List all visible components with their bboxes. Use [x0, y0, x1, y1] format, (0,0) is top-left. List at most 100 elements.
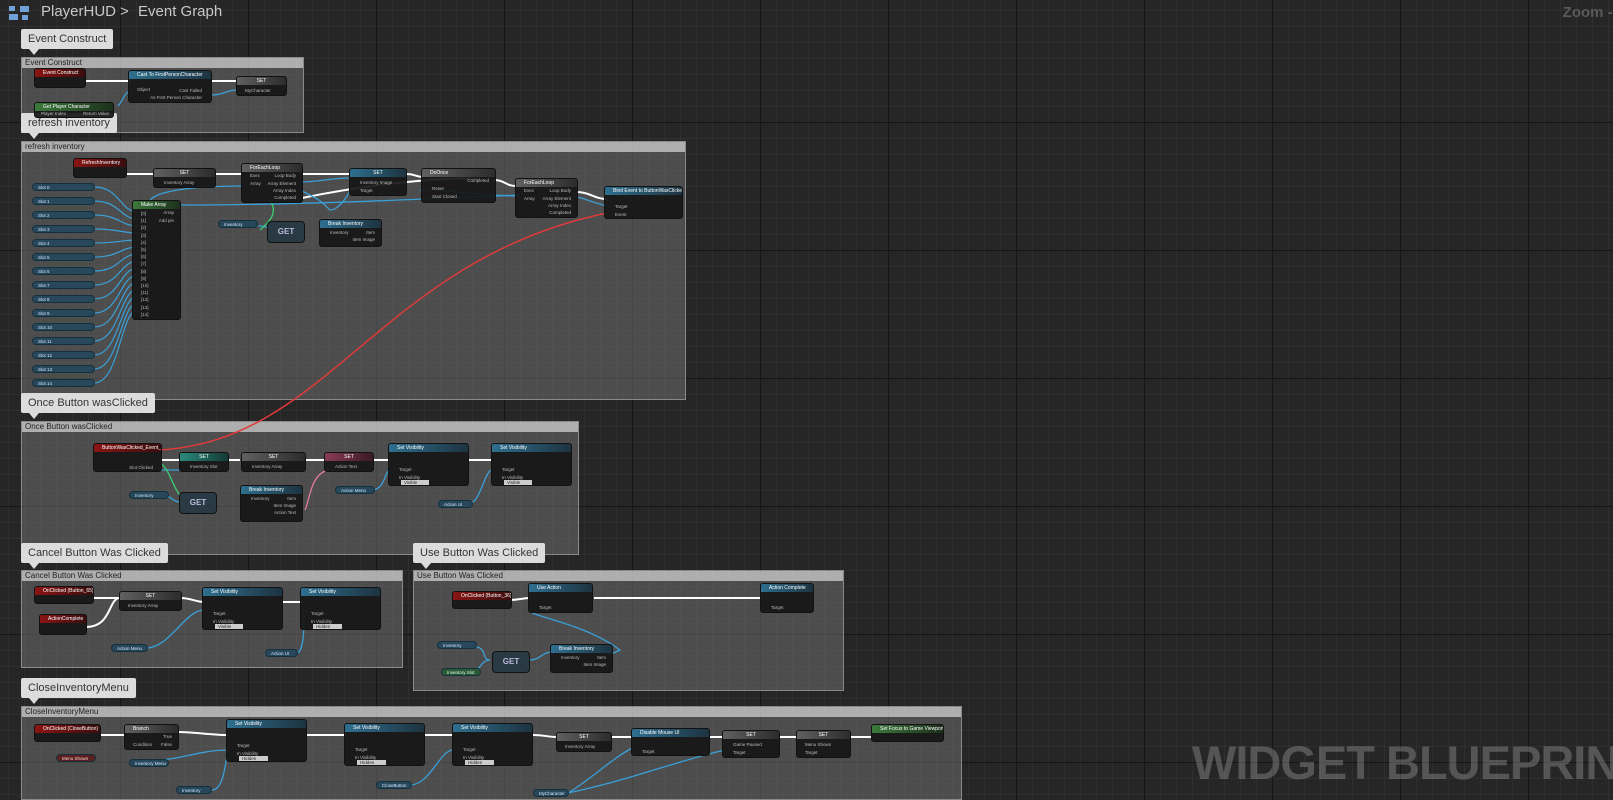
action-complete-call-node[interactable]: Action Complete Target: [760, 583, 814, 613]
set-visibility-node-4[interactable]: Set Visibility Target In Visibility Hidd…: [300, 587, 381, 630]
inventory-menu-variable[interactable]: Inventory Menu: [129, 759, 169, 767]
slot-variable[interactable]: Slot 10: [32, 323, 95, 331]
for-each-loop-2-node[interactable]: ForEachLoop Exec Array Loop Body Array E…: [515, 178, 578, 218]
slot-variable[interactable]: Slot 4: [32, 239, 95, 247]
pin-label: Exec: [524, 188, 535, 193]
set-my-character-node[interactable]: SET MyCharacter: [236, 76, 287, 96]
visibility-dropdown[interactable]: Visible: [215, 624, 244, 629]
node-title: Cast To FirstPersonCharacter: [129, 71, 211, 79]
set-visibility-node-3[interactable]: Set Visibility Target In Visibility Visi…: [202, 587, 283, 630]
visibility-dropdown[interactable]: Hidden: [357, 760, 387, 765]
node-title: Bind Event to ButtonWasClicked: [605, 187, 682, 195]
slot-variable[interactable]: Slot 7: [32, 281, 95, 289]
slot-variable[interactable]: Slot 0: [32, 183, 95, 191]
widget-blueprint-watermark: WIDGET BLUEPRINT: [1192, 736, 1613, 789]
on-clicked-cancel-node[interactable]: OnClicked (Button_65): [34, 586, 94, 604]
visibility-dropdown[interactable]: Hidden: [465, 760, 495, 765]
slot-variable[interactable]: Slot 12: [32, 351, 95, 359]
event-construct-node[interactable]: Event Construct: [34, 68, 86, 88]
visibility-dropdown[interactable]: Visible: [504, 480, 533, 485]
inventory-variable[interactable]: Inventory: [218, 220, 258, 228]
slot-variable[interactable]: Slot 14: [32, 379, 95, 387]
set-focus-viewport-node[interactable]: Set Focus to Game Viewport: [871, 724, 944, 742]
set-visibility-node-5[interactable]: Set Visibility Target In Visibility Hidd…: [226, 719, 307, 762]
action-ui-variable[interactable]: Action UI: [265, 649, 298, 657]
set-inventory-image-node[interactable]: SET Inventory Image Target: [349, 168, 407, 196]
slot-variable[interactable]: Slot 2: [32, 211, 95, 219]
node-title: SET: [180, 453, 228, 461]
node-title: SET: [325, 453, 373, 461]
node-title: SET: [120, 592, 181, 600]
close-button-variable[interactable]: CloseButton: [376, 781, 412, 789]
get-node[interactable]: GET: [492, 651, 530, 673]
visibility-dropdown[interactable]: Hidden: [239, 756, 269, 761]
inventory-variable[interactable]: Inventory: [437, 641, 477, 649]
visibility-dropdown[interactable]: Hidden: [313, 624, 343, 629]
for-each-loop-node[interactable]: ForEachLoop Exec Array Loop Body Array E…: [241, 163, 303, 203]
set-visibility-node-6[interactable]: Set Visibility Target In Visibility Hidd…: [344, 723, 425, 766]
use-action-node[interactable]: Use Action Target: [528, 583, 593, 613]
break-inventory-node[interactable]: Break Inventory Inventory Item Item Imag…: [550, 644, 613, 673]
set-menu-shown-node[interactable]: SET Menu Shown Target: [796, 730, 851, 758]
action-menu-variable[interactable]: Action Menu: [335, 486, 375, 494]
on-clicked-close-node[interactable]: OnClicked (CloseButton): [34, 724, 101, 742]
make-array-pin-label: [7]: [141, 261, 147, 267]
slot-variable[interactable]: Slot 13: [32, 365, 95, 373]
inventory-slot-variable[interactable]: Inventory Slot: [441, 668, 481, 676]
get-player-character-node[interactable]: Get Player Character Player Index Return…: [34, 102, 114, 118]
node-title: SET: [723, 731, 779, 739]
action-ui-variable[interactable]: Action UI: [438, 500, 473, 508]
set-visibility-node-2[interactable]: Set Visibility Target In Visibility Visi…: [491, 443, 572, 486]
slot-variable[interactable]: Slot 8: [32, 295, 95, 303]
node-title: SET: [242, 453, 305, 461]
pin-label: Target: [237, 743, 250, 748]
break-inventory-node[interactable]: Break Inventory Inventory Item Item Imag…: [240, 485, 303, 522]
my-character-variable[interactable]: MyCharacter: [533, 789, 569, 797]
set-game-paused-node[interactable]: SET Game Paused Target: [722, 730, 780, 758]
set-inventory-array-4-node[interactable]: SET Inventory Array: [556, 732, 612, 752]
disable-mouse-ui-node[interactable]: Disable Mouse UI Target: [631, 728, 710, 756]
do-once-node[interactable]: DoOnce Completed Reset Start Closed: [421, 168, 496, 203]
pin-label: Array Element: [267, 181, 296, 186]
slot-variable[interactable]: Slot 1: [32, 197, 95, 205]
set-inventory-slot-node[interactable]: SET Inventory Slot: [179, 452, 229, 472]
pin-label: Target: [539, 605, 552, 610]
action-menu-variable[interactable]: Action Menu: [111, 644, 148, 652]
slot-variable[interactable]: Slot 9: [32, 309, 95, 317]
break-inventory-node[interactable]: Break Inventory Inventory Item Item Imag…: [319, 219, 382, 247]
slot-variable[interactable]: Slot 5: [32, 253, 95, 261]
pin-label: Target: [311, 611, 324, 616]
set-visibility-node-1[interactable]: Set Visibility Target In Visibility Visi…: [388, 443, 469, 486]
make-array-node[interactable]: Make Array Array Add pin [0] [1] [2] [3] [4]…: [132, 200, 181, 320]
node-title: OnClicked (CloseButton): [35, 725, 100, 733]
bind-event-node[interactable]: Bind Event to ButtonWasClicked Target Ev…: [604, 186, 683, 219]
set-inventory-array-3-node[interactable]: SET Inventory Array: [119, 591, 182, 611]
set-inventory-array-2-node[interactable]: SET Inventory Array: [241, 452, 306, 472]
pin-label: False: [160, 742, 172, 747]
pin-label: Array Index: [272, 188, 296, 193]
set-visibility-node-7[interactable]: Set Visibility Target In Visibility Hidd…: [452, 723, 533, 766]
button-clicked-event-node[interactable]: ButtonWasClicked_Event_0 Slot Clicked: [93, 443, 162, 472]
pin-label: Item Image: [273, 503, 296, 508]
slot-variable[interactable]: Slot 6: [32, 267, 95, 275]
slot-variable[interactable]: Slot 3: [32, 225, 95, 233]
inventory-variable[interactable]: Inventory: [129, 491, 169, 499]
pin-label: Add pin: [158, 218, 174, 223]
set-inventory-array-node[interactable]: SET Inventory Array: [153, 168, 216, 188]
inventory-variable[interactable]: Inventory: [176, 786, 212, 794]
get-node[interactable]: GET: [267, 221, 305, 243]
slot-variable[interactable]: Slot 11: [32, 337, 95, 345]
pin-label: Inventory Array: [128, 603, 159, 608]
set-action-text-node[interactable]: SET Action Text: [324, 452, 374, 472]
visibility-dropdown[interactable]: Visible: [401, 480, 430, 485]
pin-label: Completed: [274, 195, 296, 200]
menu-shown-variable[interactable]: Menu Shown: [56, 754, 96, 762]
action-complete-event-node[interactable]: ActionComplete: [39, 614, 87, 635]
cast-to-fp-node[interactable]: Cast To FirstPersonCharacter Object Cast…: [128, 70, 212, 103]
pin-label: Completed: [467, 178, 489, 183]
get-node[interactable]: GET: [179, 492, 217, 514]
branch-node[interactable]: Branch Condition True False: [124, 724, 179, 750]
on-clicked-use-node[interactable]: OnClicked (Button_36): [452, 591, 512, 609]
refresh-inventory-event-node[interactable]: RefreshInventory: [73, 158, 127, 178]
make-array-pin-label: [0]: [141, 211, 147, 216]
